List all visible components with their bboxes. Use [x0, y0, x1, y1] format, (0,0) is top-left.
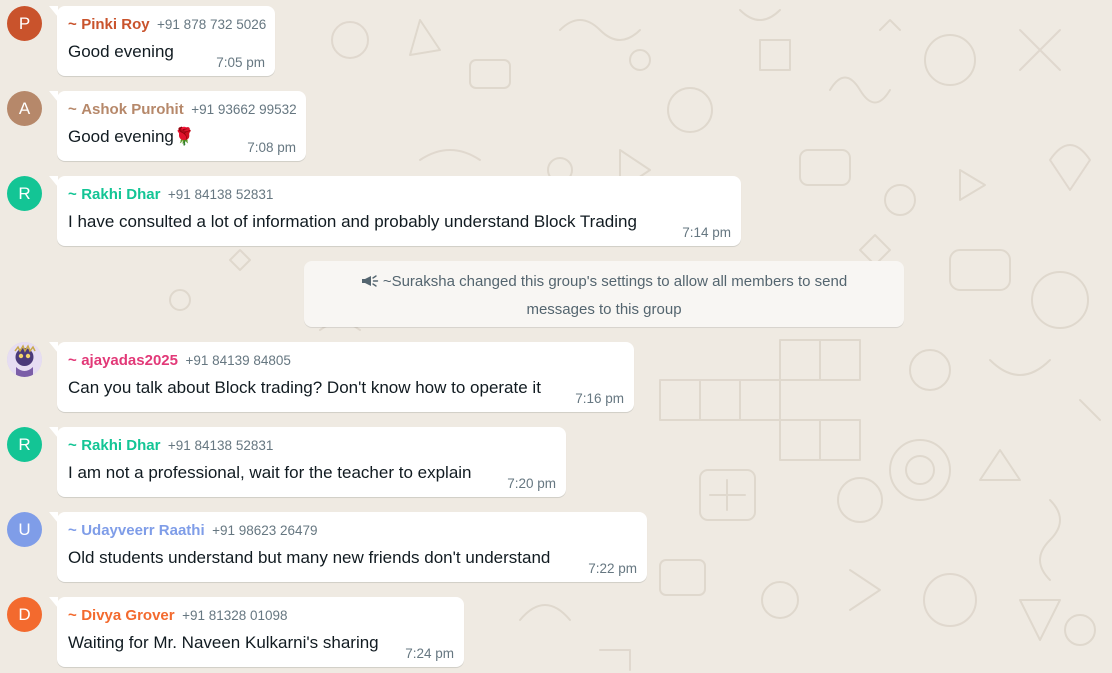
sender-tilde: ~ [68, 437, 77, 454]
message-time: 7:22 pm [588, 561, 637, 576]
message-time: 7:05 pm [216, 55, 265, 70]
message-text: Good evening🌹 [68, 127, 195, 147]
sender-line: ~ Udayveerr Raathi +91 98623 26479 [68, 522, 318, 540]
sender-tilde: ~ [68, 522, 77, 539]
message-time: 7:24 pm [405, 646, 454, 661]
profile-photo-icon [7, 342, 42, 377]
sender-name[interactable]: Rakhi Dhar [81, 186, 160, 203]
message-bubble[interactable]: ~ Divya Grover +91 81328 01098 Waiting f… [49, 597, 464, 667]
message-bubble[interactable]: ~ Rakhi Dhar +91 84138 52831 I am not a … [49, 427, 566, 497]
sender-name[interactable]: Divya Grover [81, 607, 174, 624]
message-text-content: Good evening [68, 127, 174, 146]
sender-name[interactable]: ajayadas2025 [81, 352, 178, 369]
message-text-content: I have consulted a lot of information an… [68, 212, 637, 231]
sender-phone: +91 81328 01098 [182, 608, 288, 623]
sender-line: ~ Rakhi Dhar +91 84138 52831 [68, 186, 273, 204]
sender-name[interactable]: Rakhi Dhar [81, 437, 160, 454]
sender-tilde: ~ [68, 607, 77, 624]
megaphone-icon [361, 271, 379, 297]
message-text-content: Good evening [68, 42, 174, 61]
sender-tilde: ~ [68, 101, 77, 118]
avatar[interactable]: P [7, 6, 42, 41]
sender-line: ~ Ashok Purohit +91 93662 99532 [68, 101, 297, 119]
message-text: Good evening [68, 42, 174, 62]
message-text-content: I am not a professional, wait for the te… [68, 463, 472, 482]
message-bubble[interactable]: ~ ajayadas2025 +91 84139 84805 Can you t… [49, 342, 634, 412]
avatar[interactable]: R [7, 427, 42, 462]
message-text: I have consulted a lot of information an… [68, 212, 637, 232]
message-text: I am not a professional, wait for the te… [68, 463, 472, 483]
message-time: 7:14 pm [682, 225, 731, 240]
message-text-content: Can you talk about Block trading? Don't … [68, 378, 541, 397]
sender-phone: +91 84139 84805 [185, 353, 291, 368]
message-text: Waiting for Mr. Naveen Kulkarni's sharin… [68, 633, 379, 653]
avatar[interactable]: U [7, 512, 42, 547]
message-bubble[interactable]: ~ Pinki Roy +91 878 732 5026 Good evenin… [49, 6, 275, 76]
message-bubble[interactable]: ~ Udayveerr Raathi +91 98623 26479 Old s… [49, 512, 647, 582]
message-time: 7:08 pm [247, 140, 296, 155]
sender-tilde: ~ [68, 352, 77, 369]
sender-name[interactable]: Udayveerr Raathi [81, 522, 204, 539]
system-message-text: ~Suraksha changed this group's settings … [382, 273, 848, 318]
sender-name[interactable]: Pinki Roy [81, 16, 149, 33]
avatar-letter: R [18, 435, 31, 454]
rose-emoji: 🌹 [173, 127, 196, 146]
sender-phone: +91 84138 52831 [167, 187, 274, 202]
avatar-letter: A [18, 99, 31, 118]
sender-line: ~ Divya Grover +91 81328 01098 [68, 607, 288, 625]
sender-phone: +91 93662 99532 [191, 102, 297, 117]
message-text-content: Old students understand but many new fri… [68, 548, 551, 567]
message-time: 7:20 pm [507, 476, 556, 491]
sender-name[interactable]: Ashok Purohit [81, 101, 184, 118]
message-bubble[interactable]: ~ Rakhi Dhar +91 84138 52831 I have cons… [49, 176, 741, 246]
sender-phone: +91 878 732 5026 [157, 17, 267, 32]
message-text: Can you talk about Block trading? Don't … [68, 378, 541, 398]
sender-phone: +91 98623 26479 [212, 523, 318, 538]
avatar-letter: U [18, 520, 31, 539]
avatar-letter: D [18, 605, 31, 624]
message-time: 7:16 pm [575, 391, 624, 406]
avatar[interactable]: D [7, 597, 42, 632]
message-text: Old students understand but many new fri… [68, 548, 550, 568]
sender-line: ~ Pinki Roy +91 878 732 5026 [68, 16, 266, 34]
avatar[interactable]: R [7, 176, 42, 211]
sender-tilde: ~ [68, 16, 77, 33]
avatar-letter: P [18, 14, 31, 33]
sender-tilde: ~ [68, 186, 77, 203]
sender-line: ~ Rakhi Dhar +91 84138 52831 [68, 437, 273, 455]
message-bubble[interactable]: ~ Ashok Purohit +91 93662 99532 Good eve… [49, 91, 306, 161]
avatar[interactable]: A [7, 91, 42, 126]
sender-phone: +91 84138 52831 [167, 438, 274, 453]
message-text-content: Waiting for Mr. Naveen Kulkarni's sharin… [68, 633, 379, 652]
sender-line: ~ ajayadas2025 +91 84139 84805 [68, 352, 291, 370]
avatar-letter: R [18, 184, 31, 203]
system-message: ~Suraksha changed this group's settings … [304, 261, 904, 327]
avatar-photo[interactable] [7, 342, 42, 377]
